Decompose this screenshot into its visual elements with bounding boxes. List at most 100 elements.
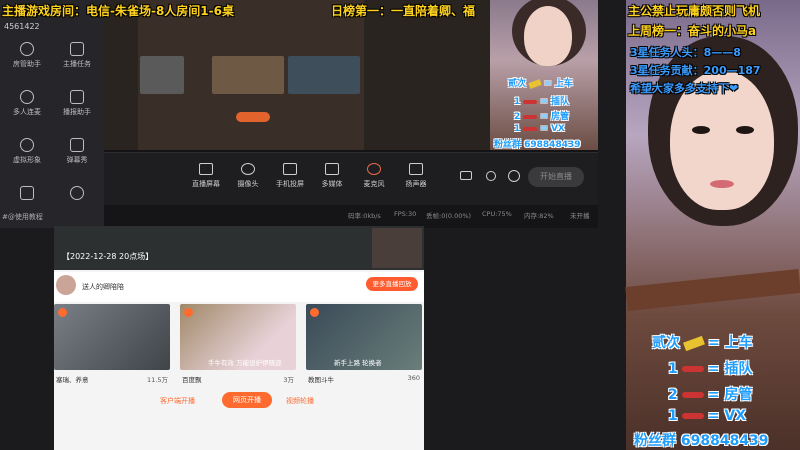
record-status: 未开播 (570, 212, 590, 220)
price-row: 贰次 = 上车 (508, 76, 573, 89)
replay-card[interactable]: 手牛有效 万能设护伊晓迩 百度飘 3万 (180, 304, 296, 384)
memory-usage: 内存:82% (524, 212, 554, 220)
sidebar-item-danmaku[interactable]: 弹幕秀 (54, 138, 100, 165)
preview-thumb (212, 56, 284, 94)
replay-card[interactable]: 塞瑞、养意 11.5万 (54, 304, 170, 384)
price-row: 1 = VX (514, 124, 565, 134)
price-key: 2 (514, 112, 521, 122)
sidebar-item-extra-2[interactable] (54, 186, 100, 203)
price-value: = 插队 (707, 361, 753, 377)
card-thumbnail: 手牛有效 万能设护伊晓迩 (180, 304, 296, 370)
price-row: 2 = 房管 (514, 109, 569, 122)
gold-bar-icon (528, 78, 542, 89)
live-badge-icon (310, 308, 319, 317)
card-caption: 新手上路 轮换者 (334, 359, 382, 367)
sidebar-item-tasks[interactable]: 主播任务 (54, 42, 100, 69)
card-title: 百度飘 (182, 376, 202, 384)
sidebar-item-room-manager[interactable]: 房管助手 (4, 42, 50, 69)
tab-video-loop[interactable]: 视频轮播 (286, 396, 314, 406)
sidebar-item-label: 播报助手 (63, 108, 91, 116)
sidebar-item-extra-1[interactable] (4, 186, 50, 203)
rocket-icon (523, 126, 538, 131)
task-check-icon (70, 42, 84, 56)
sidebar-item-virtual-avatar[interactable]: 虚拟形象 (4, 138, 50, 165)
fps: FPS:30 (394, 210, 417, 218)
record-icon[interactable] (460, 171, 472, 180)
lips (710, 180, 734, 188)
eye-icon[interactable] (486, 171, 496, 181)
speaker-icon (409, 163, 423, 175)
price-key: 贰次 (652, 335, 680, 351)
fan-group: 粉丝群 698848439 (634, 433, 769, 449)
tutorial-link[interactable]: #@使用教程 (2, 212, 43, 222)
price-value: = VX (707, 408, 746, 424)
price-value: = 上车 (708, 335, 753, 351)
gift-icon (20, 186, 34, 200)
price-value: = 房管 (540, 112, 569, 122)
camera-button[interactable]: 摄像头 (226, 163, 270, 189)
camera-icon (241, 163, 255, 175)
price-key: 贰次 (508, 79, 527, 89)
sidebar-item-label: 房管助手 (13, 60, 41, 68)
price-row: 1 = VX (668, 408, 746, 424)
tab-client-stream[interactable]: 客户端开播 (160, 396, 195, 406)
user-id: 4561422 (4, 22, 40, 31)
plane-icon (523, 99, 538, 104)
preview-thumb (140, 56, 184, 94)
button-label: 扬声器 (405, 180, 427, 188)
screen-capture-button[interactable]: 直播屏幕 (184, 163, 228, 189)
phone-cast-button[interactable]: 手机投屏 (268, 163, 312, 189)
button-label: 多媒体 (321, 180, 343, 188)
rule-notice: 主公禁止玩庸颇否则飞机 (628, 4, 761, 18)
rocket-icon (681, 413, 704, 419)
price-key: 1 (514, 97, 521, 107)
more-replays-button[interactable]: 更多直播回放 (366, 277, 418, 291)
plane-icon (681, 366, 704, 372)
card-views: 3万 (283, 376, 294, 384)
status-bar: 码率:0kb/s FPS:30 丢帧:0(0.00%) CPU:75% 内存:8… (104, 205, 598, 223)
task-contribution: 3星任务贡献：200—187 (630, 64, 761, 77)
media-icon (325, 163, 339, 175)
price-key: 1 (514, 124, 521, 134)
price-value: = 上车 (544, 79, 573, 89)
replay-card[interactable]: 新手上路 轮换者 教图斗牛 360 (306, 304, 422, 384)
task-kills: 3星任务人头：8——8 (630, 46, 741, 59)
anchor-name[interactable]: 送人的卿陪陪 (82, 282, 124, 292)
plane-icon (681, 392, 704, 398)
button-label: 摄像头 (237, 180, 259, 188)
eye (692, 126, 710, 134)
price-row: 1 = 插队 (668, 358, 752, 378)
microphone-button[interactable]: 麦克风 (352, 163, 396, 189)
chair-back (625, 268, 800, 312)
sidebar-item-broadcast[interactable]: 播报助手 (54, 90, 100, 117)
support-message: 希望大家多多支持下❤ (630, 82, 739, 95)
sidebar-item-label: 弹幕秀 (66, 156, 88, 164)
price-key: 1 (668, 361, 678, 377)
live-badge-icon (184, 308, 193, 317)
people-icon (20, 42, 34, 56)
banner-thumbnail[interactable] (372, 228, 422, 268)
star-icon (70, 90, 84, 104)
price-row: 1 = 插队 (514, 94, 569, 107)
replay-banner[interactable] (54, 226, 424, 270)
sidebar-item-label: 多人连麦 (13, 108, 41, 116)
card-thumbnail: 新手上路 轮换者 (306, 304, 422, 370)
avatar[interactable] (56, 275, 76, 295)
card-caption: 手牛有效 万能设护伊晓迩 (208, 359, 282, 367)
card-thumbnail (54, 304, 170, 370)
button-label: 麦克风 (363, 180, 385, 188)
settings-gear-icon[interactable] (508, 170, 520, 182)
price-row: 2 = 房管 (668, 384, 752, 404)
card-title: 塞瑞、养意 (56, 376, 89, 384)
danmaku-icon (70, 138, 84, 152)
stream-toolbar: 直播屏幕 摄像头 手机投屏 多媒体 麦克风 扬声器 开始直播 (104, 152, 598, 205)
sidebar-item-multi-mic[interactable]: 多人连麦 (4, 90, 50, 117)
price-value: = 插队 (540, 97, 569, 107)
mic-icon (367, 163, 381, 175)
preview-thumb (288, 56, 360, 94)
speaker-button[interactable]: 扬声器 (394, 163, 438, 189)
multimedia-button[interactable]: 多媒体 (310, 163, 354, 189)
card-views: 360 (407, 374, 420, 382)
start-stream-button[interactable]: 开始直播 (528, 167, 584, 187)
tab-web-stream[interactable]: 网页开播 (222, 392, 272, 408)
